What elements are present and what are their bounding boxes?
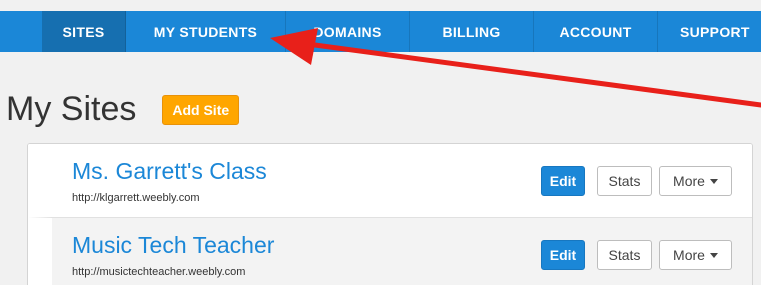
more-dropdown-button[interactable]: More [659,240,732,270]
page-title: My Sites [6,90,137,128]
edit-button[interactable]: Edit [541,166,585,196]
arrow-shaft [297,40,761,108]
more-label: More [673,173,705,189]
nav-item-billing[interactable]: BILLING [410,11,534,52]
top-nav: SITES MY STUDENTS DOMAINS BILLING ACCOUN… [0,11,761,52]
caret-down-icon [709,178,718,184]
add-site-button[interactable]: Add Site [162,94,240,125]
nav-item-my-students[interactable]: MY STUDENTS [126,11,286,52]
site-url: http://musictechteacher.weebly.com [72,266,246,278]
nav-item-account[interactable]: ACCOUNT [534,11,658,52]
nav-item-sites[interactable]: SITES [42,11,126,52]
site-row: Ms. Garrett's Class http://klgarrett.wee… [28,144,752,214]
page-heading: My Sites Add Site [6,90,240,129]
more-label: More [673,247,705,263]
more-dropdown-button[interactable]: More [659,166,732,196]
page: SITES MY STUDENTS DOMAINS BILLING ACCOUN… [0,0,761,285]
stats-button[interactable]: Stats [597,166,652,196]
nav-item-domains[interactable]: DOMAINS [286,11,410,52]
nav-item-support[interactable]: SUPPORT [658,11,761,52]
site-url: http://klgarrett.weebly.com [72,192,200,204]
site-name-link[interactable]: Ms. Garrett's Class [72,158,267,185]
site-list: Ms. Garrett's Class http://klgarrett.wee… [27,143,753,285]
edit-button[interactable]: Edit [541,240,585,270]
site-name-link[interactable]: Music Tech Teacher [72,232,274,259]
site-row: Music Tech Teacher http://musictechteach… [28,217,752,285]
caret-down-icon [709,252,718,258]
stats-button[interactable]: Stats [597,240,652,270]
